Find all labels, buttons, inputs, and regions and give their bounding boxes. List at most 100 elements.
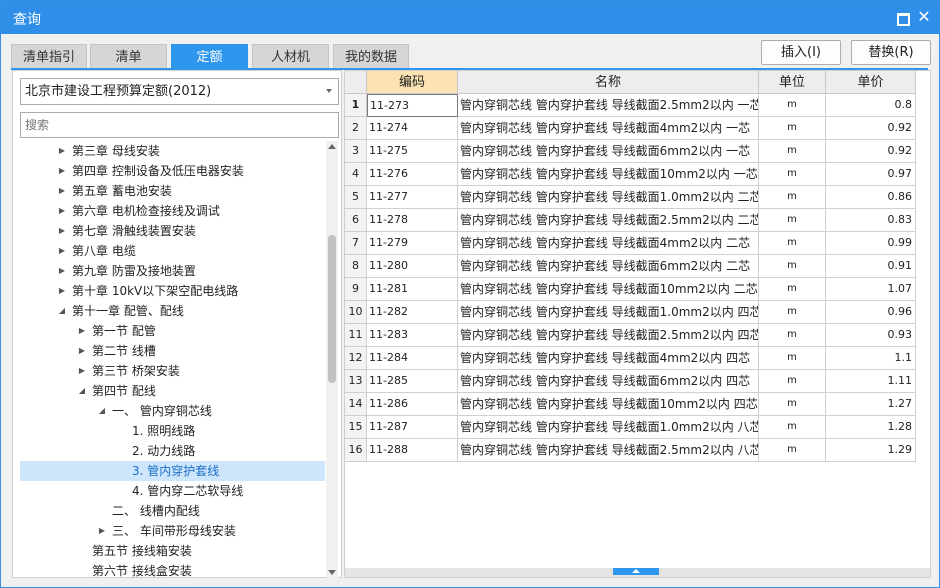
table-row[interactable]: 14 11-286 管内穿铜芯线 管内穿护套线 导线截面10mm2以内 四芯 m 1.2…: [345, 393, 916, 416]
caret-collapsed-icon[interactable]: ▶: [96, 521, 108, 541]
unit-cell: m: [759, 324, 826, 347]
unit-cell: m: [759, 163, 826, 186]
tree-node[interactable]: ▶ 第三节 桥架安装: [20, 361, 325, 381]
caret-collapsed-icon[interactable]: ▶: [56, 181, 68, 201]
unit-cell: m: [759, 347, 826, 370]
table-row[interactable]: 5 11-277 管内穿铜芯线 管内穿护套线 导线截面1.0mm2以内 二芯 m 0.8…: [345, 186, 916, 209]
scroll-thumb[interactable]: [328, 235, 336, 383]
table-row[interactable]: 13 11-285 管内穿铜芯线 管内穿护套线 导线截面6mm2以内 四芯 m 1.11: [345, 370, 916, 393]
table-row[interactable]: 4 11-276 管内穿铜芯线 管内穿护套线 导线截面10mm2以内 一芯 m 0.97: [345, 163, 916, 186]
tree-node[interactable]: ▶ 第一节 配管: [20, 321, 325, 341]
table-row[interactable]: 8 11-280 管内穿铜芯线 管内穿护套线 导线截面6mm2以内 二芯 m 0.91: [345, 255, 916, 278]
maximize-icon[interactable]: [894, 9, 910, 26]
tree-node-label: 第一节 配管: [92, 324, 156, 338]
table-row[interactable]: 7 11-279 管内穿铜芯线 管内穿护套线 导线截面4mm2以内 二芯 m 0.99: [345, 232, 916, 255]
tree-node[interactable]: 第五节 接线箱安装: [20, 541, 325, 561]
caret-collapsed-icon[interactable]: ▶: [56, 221, 68, 241]
tree-node[interactable]: ▶ 第四章 控制设备及低压电器安装: [20, 161, 325, 181]
tree-node[interactable]: ▶ 三、 车间带形母线安装: [20, 521, 325, 541]
table-row[interactable]: 2 11-274 管内穿铜芯线 管内穿护套线 导线截面4mm2以内 一芯 m 0.92: [345, 117, 916, 140]
row-number: 8: [345, 255, 367, 278]
tree-scrollbar[interactable]: [326, 141, 338, 578]
tree-node[interactable]: 第六节 接线盒安装: [20, 561, 325, 578]
unit-cell: m: [759, 140, 826, 163]
code-cell: 11-282: [367, 301, 458, 324]
table-row[interactable]: 6 11-278 管内穿铜芯线 管内穿护套线 导线截面2.5mm2以内 二芯 m 0.8…: [345, 209, 916, 232]
tree-node[interactable]: ▶ 第九章 防雷及接地装置: [20, 261, 325, 281]
caret-collapsed-icon[interactable]: ▶: [56, 241, 68, 261]
tree-node[interactable]: 3. 管内穿护套线: [20, 461, 325, 481]
table-row[interactable]: 12 11-284 管内穿铜芯线 管内穿护套线 导线截面4mm2以内 四芯 m 1.1: [345, 347, 916, 370]
tab-labor-material-machine[interactable]: 人材机: [252, 44, 329, 69]
code-cell: 11-275: [367, 140, 458, 163]
table-row[interactable]: 3 11-275 管内穿铜芯线 管内穿护套线 导线截面6mm2以内 一芯 m 0.92: [345, 140, 916, 163]
tree-node[interactable]: 1. 照明线路: [20, 421, 325, 441]
tree-node[interactable]: ◢ 一、 管内穿铜芯线: [20, 401, 325, 421]
row-number: 6: [345, 209, 367, 232]
caret-collapsed-icon[interactable]: ▶: [56, 261, 68, 281]
caret-expanded-icon[interactable]: ◢: [56, 301, 68, 321]
collapse-handle[interactable]: [613, 568, 659, 575]
tree-node[interactable]: 4. 管内穿二芯软导线: [20, 481, 325, 501]
header-code[interactable]: 编码: [367, 71, 458, 94]
table-row[interactable]: 11 11-283 管内穿铜芯线 管内穿护套线 导线截面2.5mm2以内 四芯 m 0.…: [345, 324, 916, 347]
tree-node-label: 第二节 线槽: [92, 344, 156, 358]
tree-node[interactable]: ▶ 第七章 滑触线装置安装: [20, 221, 325, 241]
tree-node[interactable]: ▶ 第二节 线槽: [20, 341, 325, 361]
quota-library-select[interactable]: 北京市建设工程预算定额(2012): [20, 78, 339, 105]
header-price[interactable]: 单价: [826, 71, 916, 94]
caret-collapsed-icon[interactable]: ▶: [76, 341, 88, 361]
tree-node[interactable]: ◢ 第十一章 配管、配线: [20, 301, 325, 321]
price-cell: 0.83: [826, 209, 916, 232]
caret-collapsed-icon[interactable]: ▶: [56, 281, 68, 301]
header-unit[interactable]: 单位: [759, 71, 826, 94]
caret-collapsed-icon[interactable]: ▶: [56, 201, 68, 221]
caret-expanded-icon[interactable]: ◢: [76, 381, 88, 401]
tree-node[interactable]: ▶ 第五章 蓄电池安装: [20, 181, 325, 201]
caret-collapsed-icon[interactable]: ▶: [76, 321, 88, 341]
table-row[interactable]: 1 11-273 管内穿铜芯线 管内穿护套线 导线截面2.5mm2以内 一芯 m 0.8: [345, 94, 916, 117]
horizontal-scrollbar[interactable]: [345, 568, 930, 577]
table-row[interactable]: 16 11-288 管内穿铜芯线 管内穿护套线 导线截面2.5mm2以内 八芯 m 1.…: [345, 439, 916, 462]
header-corner: [345, 71, 367, 94]
window-title: 查询: [13, 12, 41, 28]
unit-cell: m: [759, 94, 826, 117]
unit-cell: m: [759, 370, 826, 393]
tab-quota[interactable]: 定额: [171, 44, 248, 69]
tab-my-data[interactable]: 我的数据: [333, 44, 409, 69]
table-row[interactable]: 15 11-287 管内穿铜芯线 管内穿护套线 导线截面1.0mm2以内 八芯 m 1.…: [345, 416, 916, 439]
tab-bill-guide[interactable]: 清单指引: [11, 44, 87, 69]
tree-node[interactable]: ▶ 第八章 电缆: [20, 241, 325, 261]
scroll-down-icon[interactable]: [328, 570, 336, 575]
insert-button[interactable]: 插入(I): [761, 40, 841, 65]
tab-bill[interactable]: 清单: [90, 44, 167, 69]
chevron-down-icon[interactable]: [326, 89, 332, 93]
table-row[interactable]: 9 11-281 管内穿铜芯线 管内穿护套线 导线截面10mm2以内 二芯 m 1.07: [345, 278, 916, 301]
caret-expanded-icon[interactable]: ◢: [96, 401, 108, 421]
tree-node-label: 第三章 母线安装: [72, 144, 160, 158]
code-cell: 11-285: [367, 370, 458, 393]
tree-node-label: 3. 管内穿护套线: [132, 464, 220, 478]
query-window: 查询 ✕ 清单指引 清单 定额 人材机 我的数据 插入(I) 替换(R) 北京市…: [0, 0, 940, 588]
tree-node[interactable]: 2. 动力线路: [20, 441, 325, 461]
name-cell: 管内穿铜芯线 管内穿护套线 导线截面2.5mm2以内 二芯: [458, 209, 759, 232]
tree-node[interactable]: ▶ 第十章 10kV以下架空配电线路: [20, 281, 325, 301]
unit-cell: m: [759, 232, 826, 255]
tree-node[interactable]: 二、 线槽内配线: [20, 501, 325, 521]
tree-node[interactable]: ▶ 第三章 母线安装: [20, 141, 325, 161]
caret-collapsed-icon[interactable]: ▶: [76, 361, 88, 381]
tree-node-label: 第六章 电机检查接线及调试: [72, 204, 220, 218]
table-row[interactable]: 10 11-282 管内穿铜芯线 管内穿护套线 导线截面1.0mm2以内 四芯 m 0.…: [345, 301, 916, 324]
chapter-tree: ▶ 第三章 母线安装 ▶ 第四章 控制设备及低压电器安装 ▶ 第五章 蓄电池安装 ▶ 第六章 …: [20, 141, 325, 578]
caret-collapsed-icon[interactable]: ▶: [56, 141, 68, 161]
header-name[interactable]: 名称: [458, 71, 759, 94]
replace-button[interactable]: 替换(R): [851, 40, 931, 65]
row-number: 9: [345, 278, 367, 301]
tree-node[interactable]: ▶ 第六章 电机检查接线及调试: [20, 201, 325, 221]
title-bar[interactable]: 查询 ✕: [1, 1, 939, 34]
tree-node[interactable]: ◢ 第四节 配线: [20, 381, 325, 401]
caret-collapsed-icon[interactable]: ▶: [56, 161, 68, 181]
search-input[interactable]: [20, 112, 339, 138]
scroll-up-icon[interactable]: [328, 144, 336, 149]
close-icon[interactable]: ✕: [916, 9, 932, 25]
